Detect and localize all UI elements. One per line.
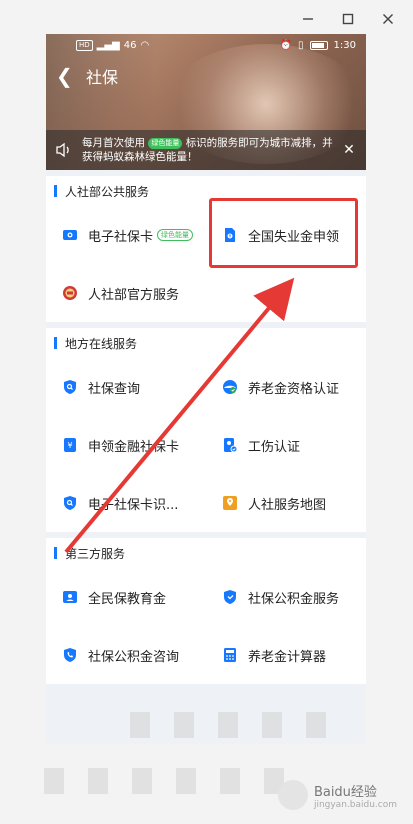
service-financial-card[interactable]: ¥ 申领金融社保卡 — [46, 416, 206, 474]
service-e-social-card[interactable]: 电子社保卡 绿色能量 — [46, 206, 206, 264]
service-housing-fund[interactable]: 社保公积金服务 — [206, 568, 366, 626]
service-label: 养老金资格认证 — [248, 381, 340, 397]
svg-text:¥: ¥ — [67, 441, 72, 450]
alarm-icon: ⏰ — [279, 39, 293, 51]
service-label: 养老金计算器 — [248, 649, 327, 665]
watermark-sub: jingyan.baidu.com — [313, 799, 397, 810]
section-title: 地方在线服务 — [65, 336, 138, 351]
battery-icon — [309, 40, 328, 50]
section-marker — [54, 185, 57, 197]
service-work-injury[interactable]: 工伤认证 — [206, 416, 366, 474]
service-label: 申领金融社保卡 — [88, 439, 180, 455]
section-marker — [54, 547, 57, 559]
person-check-icon — [222, 379, 238, 395]
close-window-icon[interactable] — [377, 8, 399, 30]
minimize-icon[interactable] — [297, 8, 319, 30]
phone-shield-icon — [62, 647, 78, 663]
document-icon: ¥ — [222, 227, 238, 243]
service-pension-qualification[interactable]: 养老金资格认证 — [206, 358, 366, 416]
yuan-card-icon: ¥ — [62, 437, 78, 453]
watermark-text: Baidu经验 — [313, 784, 377, 800]
service-label: 人社部官方服务 — [88, 287, 180, 303]
hero-banner: HD ▂▄▆ 46 ◠ ⏰ ▯ 1:30 ❮ 社保 每月首次使用 绿色能量 标识… — [46, 34, 366, 170]
notice-text-1: 每月首次使用 — [82, 137, 145, 149]
blurred-footer — [44, 768, 284, 794]
service-ministry-official[interactable]: 人社部官方服务 — [46, 264, 206, 322]
service-map[interactable]: 人社服务地图 — [206, 474, 366, 532]
service-label: 社保公积金咨询 — [88, 649, 180, 665]
page-title: 社保 — [86, 68, 119, 87]
green-energy-badge: 绿色能量 — [148, 137, 183, 149]
shield-icon — [222, 589, 238, 605]
window-controls — [297, 8, 399, 30]
service-label: 工伤认证 — [248, 439, 301, 455]
service-social-query[interactable]: 社保查询 — [46, 358, 206, 416]
card-icon — [62, 227, 78, 243]
carrier-tag: 46 — [123, 39, 137, 51]
hd-badge: HD — [76, 39, 93, 51]
paw-logo-icon — [277, 780, 308, 810]
blurred-content — [130, 712, 326, 738]
service-e-card-recognition[interactable]: 电子社保卡识... — [46, 474, 206, 532]
service-label: 社保查询 — [88, 381, 141, 397]
id-check-icon — [222, 437, 238, 453]
service-label: 电子社保卡识... — [88, 497, 179, 513]
nav-bar: ❮ 社保 — [56, 64, 118, 88]
signal-icon: ▂▄▆ — [96, 39, 120, 51]
service-label: 人社服务地图 — [248, 497, 327, 513]
service-fund-consultation[interactable]: 社保公积金咨询 — [46, 626, 206, 684]
calculator-icon — [222, 647, 238, 663]
service-education-fund[interactable]: 全民保教育金 — [46, 568, 206, 626]
green-energy-badge: 绿色能量 — [157, 229, 194, 241]
notice-bar: 每月首次使用 绿色能量 标识的服务即可为城市减排，并获得蚂蚁森林绿色能量！ ✕ — [46, 130, 366, 170]
service-label: 社保公积金服务 — [248, 591, 340, 607]
section-marker — [54, 337, 57, 349]
svg-text:¥: ¥ — [229, 234, 232, 239]
vibrate-icon: ▯ — [298, 39, 304, 51]
search-shield-icon — [62, 495, 78, 511]
section-local-services: 地方在线服务 社保查询 养老金资格认证 ¥ 申领金融社保卡 工伤认证 电子社保卡… — [46, 328, 366, 532]
service-label: 全国失业金申领 — [248, 229, 340, 245]
phone-screen: HD ▂▄▆ 46 ◠ ⏰ ▯ 1:30 ❮ 社保 每月首次使用 绿色能量 标识… — [46, 34, 366, 744]
section-title: 第三方服务 — [65, 546, 126, 561]
map-icon — [222, 495, 238, 511]
service-label: 全民保教育金 — [88, 591, 167, 607]
section-title: 人社部公共服务 — [65, 184, 150, 199]
status-bar: HD ▂▄▆ 46 ◠ ⏰ ▯ 1:30 — [46, 34, 366, 56]
close-icon[interactable]: ✕ — [340, 142, 358, 158]
back-arrow-icon[interactable]: ❮ — [56, 64, 80, 88]
search-shield-icon — [62, 379, 78, 395]
service-label: 电子社保卡 — [88, 229, 154, 245]
person-card-icon — [62, 589, 78, 605]
wifi-icon: ◠ — [140, 39, 150, 51]
section-third-party: 第三方服务 全民保教育金 社保公积金服务 社保公积金咨询 养老金计算器 — [46, 538, 366, 684]
section-ministry-services: 人社部公共服务 电子社保卡 绿色能量 ¥ 全国失业金申领 人社部官方服务 — [46, 176, 366, 322]
clock: 1:30 — [333, 39, 356, 51]
maximize-icon[interactable] — [337, 8, 359, 30]
watermark: Baidu经验 jingyan.baidu.com — [277, 780, 397, 810]
speaker-icon — [56, 142, 69, 158]
service-pension-calculator[interactable]: 养老金计算器 — [206, 626, 366, 684]
emblem-icon — [62, 285, 78, 301]
service-unemployment-claim[interactable]: ¥ 全国失业金申领 — [206, 206, 366, 264]
